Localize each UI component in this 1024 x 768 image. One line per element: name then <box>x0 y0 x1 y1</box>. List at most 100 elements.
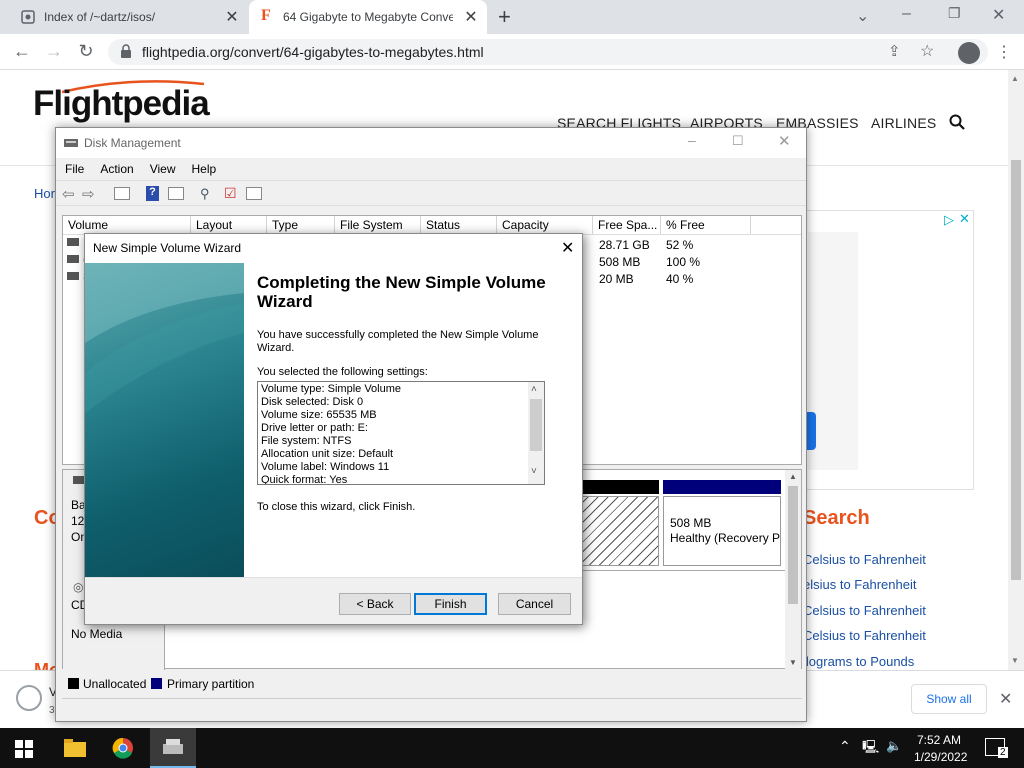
wizard-close-note: To close this wizard, click Finish. <box>257 501 416 513</box>
chrome-icon[interactable] <box>112 737 134 759</box>
dm-close-icon[interactable]: ✕ <box>778 132 791 150</box>
tab-search-icon[interactable]: ⌄ <box>856 6 869 26</box>
scroll-up-icon[interactable]: ▲ <box>1011 74 1019 83</box>
ad-close-icon[interactable]: ✕ <box>959 211 970 227</box>
finish-button[interactable]: Finish <box>414 593 487 615</box>
list-icon[interactable] <box>246 187 262 200</box>
setting-line: Volume type: Simple Volume <box>261 383 402 395</box>
document-icon <box>20 9 36 25</box>
volume-muted-icon[interactable]: 🔈 <box>886 738 902 754</box>
page-scrollbar[interactable]: ▲ ▼ <box>1008 70 1024 670</box>
file-explorer-icon[interactable] <box>64 739 86 757</box>
tab-converter[interactable]: F 64 Gigabyte to Megabyte Conve ✕ <box>249 0 487 34</box>
address-bar[interactable]: flightpedia.org/convert/64-gigabytes-to-… <box>108 39 988 65</box>
bookmark-star-icon[interactable]: ☆ <box>920 41 934 61</box>
scroll-thumb[interactable] <box>788 486 798 604</box>
tab-isos[interactable]: Index of /~dartz/isos/ ✕ <box>8 0 248 34</box>
forward-arrow-icon[interactable]: ⇨ <box>82 185 95 203</box>
lock-icon <box>120 44 132 58</box>
profile-avatar-icon[interactable] <box>958 42 980 64</box>
col-volume[interactable]: Volume <box>63 216 191 234</box>
url-text: flightpedia.org/convert/64-gigabytes-to-… <box>142 44 484 60</box>
free-space-value: 508 MB <box>599 255 641 269</box>
tab-title: Index of /~dartz/isos/ <box>44 10 156 24</box>
scroll-thumb[interactable] <box>1011 160 1021 580</box>
side-link[interactable]: Celsius to Fahrenheit <box>803 628 926 643</box>
search-icon[interactable] <box>949 114 965 130</box>
side-link[interactable]: elsius to Fahrenheit <box>803 577 916 592</box>
settings-scrollbar[interactable]: ˄ ˅ <box>528 382 544 484</box>
close-tab-icon[interactable]: ✕ <box>222 7 242 27</box>
menu-action[interactable]: Action <box>100 162 133 176</box>
volume-drive-icon <box>67 255 79 263</box>
percent-free-value: 100 % <box>666 255 701 269</box>
side-link[interactable]: Celsius to Fahrenheit <box>803 603 926 618</box>
scroll-down-icon[interactable]: ▼ <box>1011 656 1019 665</box>
chevron-up-icon[interactable]: ⌃ <box>839 738 851 755</box>
free-space-value: 20 MB <box>599 272 634 286</box>
col-free-space[interactable]: Free Spa... <box>593 216 661 234</box>
close-tab-icon[interactable]: ✕ <box>461 7 481 27</box>
scroll-down-icon[interactable]: ▼ <box>789 658 797 667</box>
restore-icon[interactable]: ❐ <box>948 5 961 22</box>
setting-line: File system: NTFS <box>261 435 352 447</box>
legend-label: Primary partition <box>167 677 255 691</box>
windows-start-icon[interactable] <box>15 740 33 758</box>
cancel-button[interactable]: Cancel <box>498 593 571 615</box>
site-logo[interactable]: Flightpedia <box>33 84 210 124</box>
dm-menubar: File Action View Help <box>65 162 232 176</box>
show-all-button[interactable]: Show all <box>911 684 987 714</box>
back-arrow-icon[interactable]: ⇦ <box>62 185 75 203</box>
partition-size: 508 MB <box>670 516 712 530</box>
close-window-icon[interactable]: ✕ <box>992 5 1005 25</box>
chevron-down-icon[interactable]: ˅ <box>531 466 537 477</box>
side-link[interactable]: ilograms to Pounds <box>803 654 914 669</box>
console-tree-icon[interactable] <box>114 187 130 200</box>
menu-view[interactable]: View <box>150 162 176 176</box>
help-icon[interactable]: ? <box>146 186 159 201</box>
disk-view-scrollbar[interactable]: ▲ ▼ <box>785 470 801 670</box>
nav-airlines[interactable]: AIRLINES <box>871 115 936 131</box>
new-simple-volume-wizard: New Simple Volume Wizard ✕ Completing th… <box>84 233 583 625</box>
wizard-close-icon[interactable]: ✕ <box>561 238 574 258</box>
taskbar-disk-management[interactable] <box>150 728 196 768</box>
dm-maximize-icon[interactable]: ☐ <box>732 133 744 149</box>
col-file-system[interactable]: File System <box>335 216 421 234</box>
side-link[interactable]: Celsius to Fahrenheit <box>803 552 926 567</box>
col-layout[interactable]: Layout <box>191 216 267 234</box>
menu-dots-icon[interactable]: ⋮ <box>996 42 1012 62</box>
download-file-icon[interactable] <box>16 685 42 711</box>
menu-file[interactable]: File <box>65 162 84 176</box>
back-button[interactable]: < Back <box>339 593 411 615</box>
dm-minimize-icon[interactable]: – <box>688 132 696 148</box>
disk-management-icon <box>163 739 183 755</box>
col-percent-free[interactable]: % Free <box>661 216 751 234</box>
clock-time[interactable]: 7:52 AM <box>917 733 961 747</box>
chevron-up-icon[interactable]: ˄ <box>531 384 537 395</box>
forward-icon[interactable]: → <box>42 41 66 62</box>
setting-line: Allocation unit size: Default <box>261 448 394 460</box>
col-status[interactable]: Status <box>421 216 497 234</box>
share-icon[interactable]: ⇪ <box>888 42 901 60</box>
legend-swatch-primary <box>151 678 162 689</box>
close-download-bar-icon[interactable]: ✕ <box>999 689 1012 709</box>
properties-icon[interactable] <box>168 187 184 200</box>
network-icon[interactable]: 🖳 <box>862 738 879 760</box>
scroll-thumb[interactable] <box>530 399 542 451</box>
col-type[interactable]: Type <box>267 216 335 234</box>
col-capacity[interactable]: Capacity <box>497 216 593 234</box>
settings-textbox[interactable]: Volume type: Simple Volume Disk selected… <box>257 381 545 485</box>
adchoices-icon[interactable]: ▷ <box>944 212 954 228</box>
connect-icon[interactable]: ⚲ <box>200 186 210 202</box>
setting-line: Quick format: Yes <box>261 474 348 485</box>
dm-title: Disk Management <box>84 136 181 150</box>
clock-date[interactable]: 1/29/2022 <box>914 750 967 764</box>
scroll-up-icon[interactable]: ▲ <box>789 472 797 481</box>
new-tab-button[interactable]: + <box>498 4 511 30</box>
minimize-icon[interactable]: – <box>902 5 911 23</box>
unallocated-region[interactable] <box>581 496 659 566</box>
reload-icon[interactable]: ↻ <box>74 41 98 62</box>
check-icon[interactable]: ☑ <box>224 185 237 202</box>
back-icon[interactable]: ← <box>10 41 34 62</box>
menu-help[interactable]: Help <box>192 162 217 176</box>
